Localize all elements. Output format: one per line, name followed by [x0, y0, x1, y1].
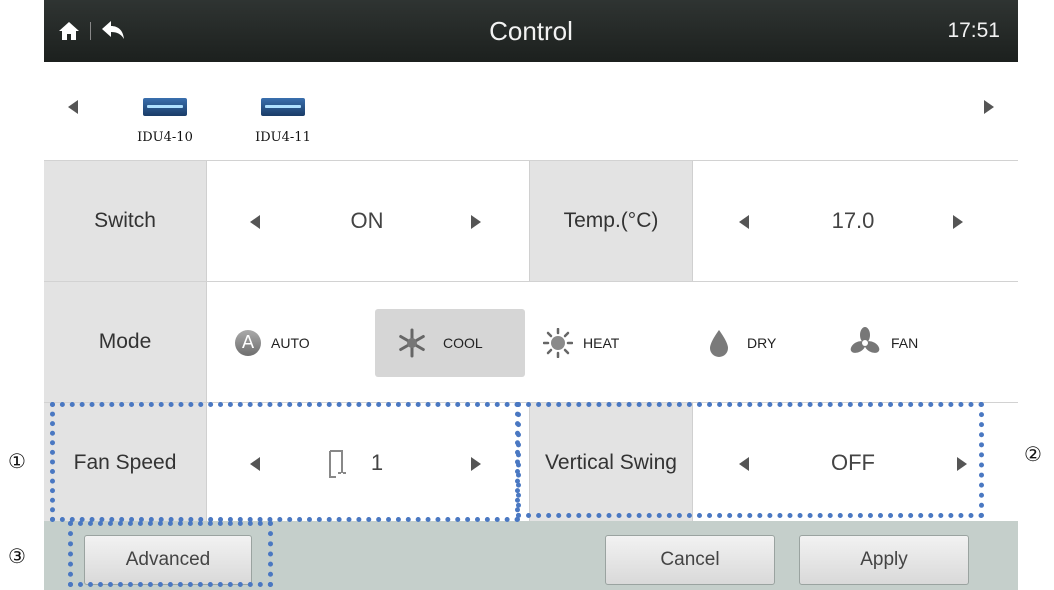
temp-label: Temp.(°C) [530, 161, 692, 281]
indoor-unit-icon [143, 98, 187, 116]
unit-item[interactable]: IDU4-11 [243, 98, 323, 145]
mode-row: Mode A AUTO COOL HEAT DRY FAN [44, 281, 1018, 402]
mode-label: Mode [44, 282, 206, 402]
unit-item[interactable]: IDU4-10 [125, 98, 205, 145]
temp-down-arrow-icon[interactable] [739, 215, 749, 229]
annotation-marker-2: ② [1024, 442, 1042, 466]
annotation-marker-3: ③ [8, 544, 26, 568]
mode-auto[interactable]: A AUTO [235, 309, 355, 377]
mode-fan-label: FAN [891, 335, 919, 351]
snowflake-icon [399, 328, 425, 358]
switch-value: ON [350, 208, 384, 233]
fan-icon [850, 327, 880, 353]
temp-up-arrow-icon[interactable] [953, 215, 963, 229]
unit-prev-arrow-icon[interactable] [68, 100, 78, 114]
unit-next-arrow-icon[interactable] [984, 100, 994, 114]
mode-fan[interactable]: FAN [849, 309, 959, 377]
temp-value: 17.0 [831, 208, 875, 233]
mode-cool-label: COOL [443, 335, 483, 351]
mode-dry[interactable]: DRY [707, 309, 817, 377]
switch-prev-arrow-icon[interactable] [250, 215, 260, 229]
annotation-box-vertical-swing [516, 402, 984, 518]
annotation-box-fan-speed [50, 402, 520, 522]
unit-name: IDU4-10 [137, 130, 193, 145]
clock: 17:51 [947, 19, 1000, 42]
annotation-marker-1: ① [8, 449, 26, 473]
mode-heat[interactable]: HEAT [543, 309, 663, 377]
sun-icon [543, 328, 573, 358]
mode-dry-label: DRY [747, 335, 777, 351]
header-bar: Control 17:51 [44, 0, 1018, 62]
page-title: Control [489, 16, 573, 46]
annotation-box-advanced [68, 521, 273, 587]
indoor-unit-icon [261, 98, 305, 116]
mode-options: A AUTO COOL HEAT DRY FAN [207, 282, 1018, 402]
apply-button[interactable]: Apply [799, 535, 969, 585]
unit-selector: IDU4-10 IDU4-11 [44, 62, 1018, 160]
auto-mode-icon: A [235, 330, 261, 356]
switch-control: ON [207, 161, 529, 281]
mode-auto-label: AUTO [271, 335, 310, 351]
switch-next-arrow-icon[interactable] [471, 215, 481, 229]
switch-temp-row: Switch ON Temp.(°C) 17.0 [44, 160, 1018, 281]
cancel-button[interactable]: Cancel [605, 535, 775, 585]
switch-label: Switch [44, 161, 206, 281]
temp-control: 17.0 [693, 161, 1018, 281]
mode-heat-label: HEAT [583, 335, 620, 351]
droplet-icon [710, 330, 728, 357]
mode-cool[interactable]: COOL [375, 309, 525, 377]
unit-name: IDU4-11 [255, 130, 311, 145]
